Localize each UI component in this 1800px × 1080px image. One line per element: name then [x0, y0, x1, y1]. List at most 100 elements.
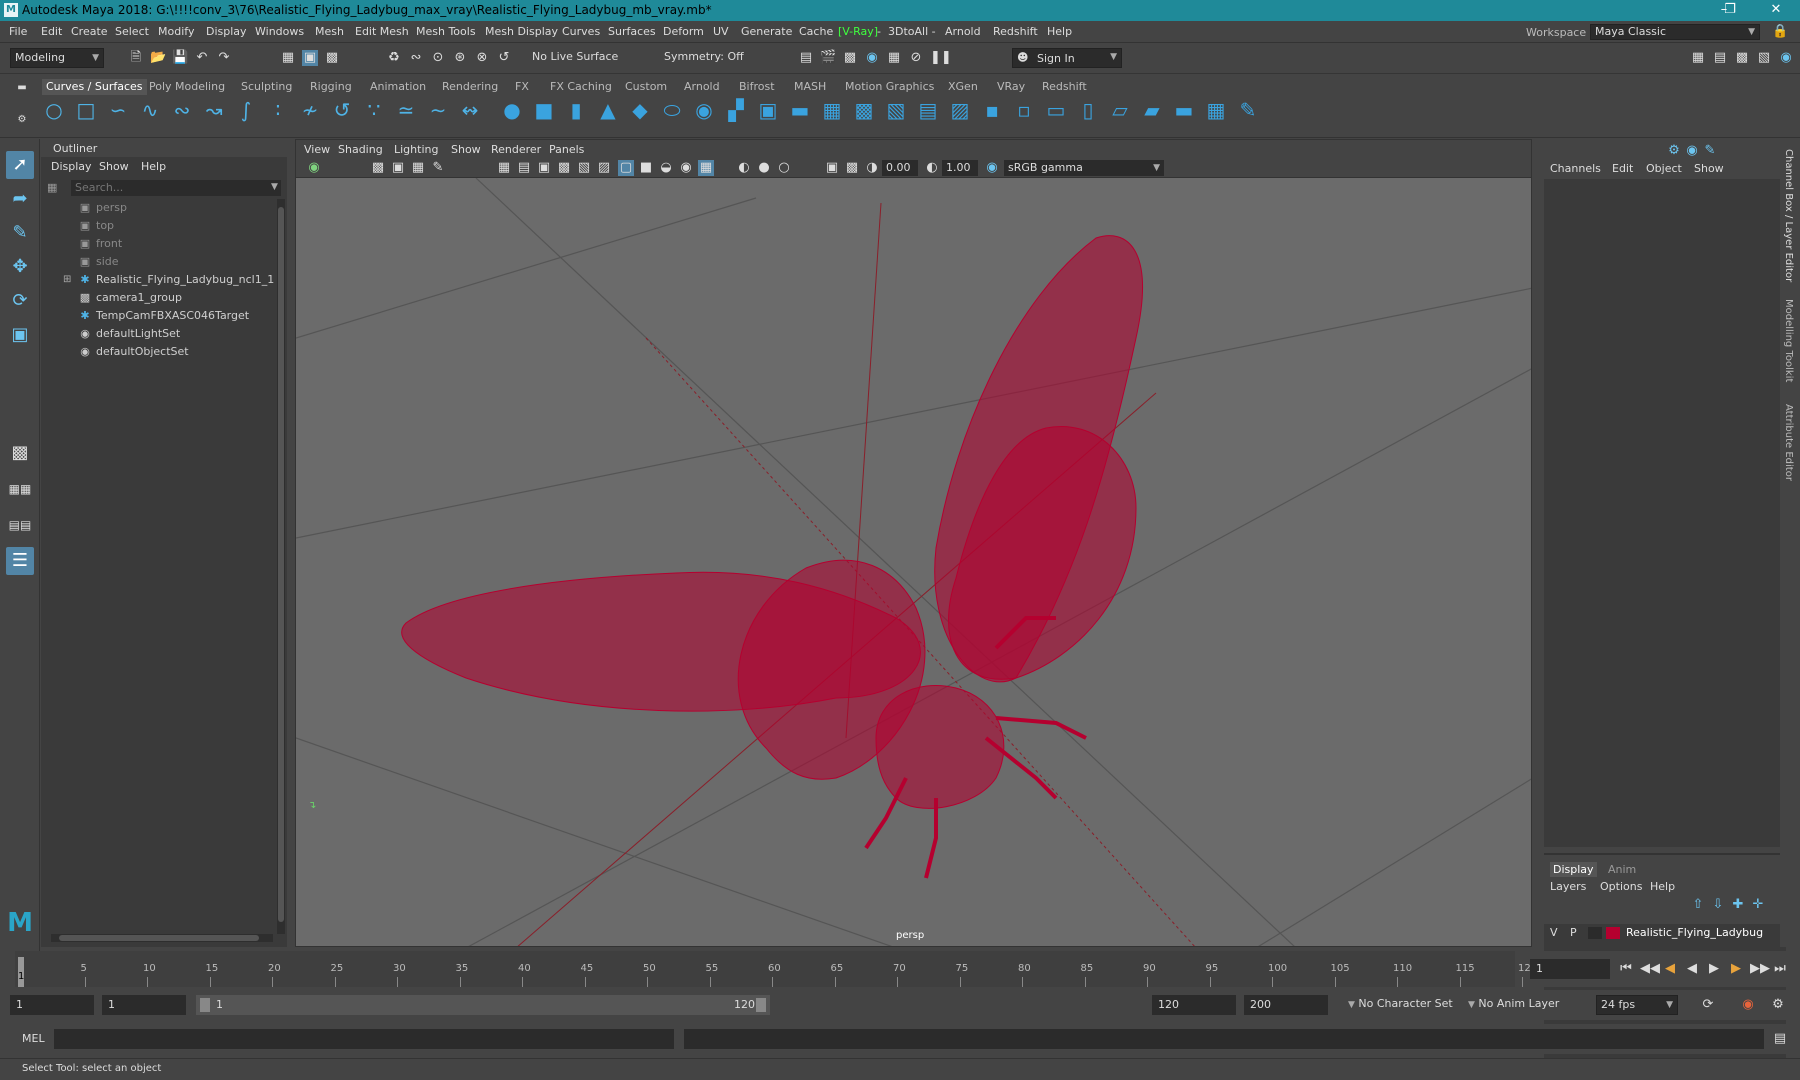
two-view-icon[interactable]: ▤▤	[6, 511, 34, 539]
layer-tab-display[interactable]: Display	[1550, 862, 1597, 877]
camera-select-icon[interactable]: ◉	[306, 160, 322, 176]
search-options-icon[interactable]: ▦	[47, 181, 57, 194]
select-hierarchy-icon[interactable]: ▦	[280, 50, 296, 66]
viewport-menu-renderer[interactable]: Renderer	[491, 143, 541, 156]
loft-icon[interactable]: ▞	[724, 98, 748, 122]
safe-action-icon[interactable]: ▨	[596, 160, 612, 176]
next-key-icon[interactable]: ▶	[1728, 961, 1744, 977]
channel-box-icon[interactable]: ▧	[1756, 50, 1772, 66]
menu-generate[interactable]: Generate	[741, 25, 792, 38]
field-chart-icon[interactable]: ▧	[576, 160, 592, 176]
select-tool-icon[interactable]: ➚	[6, 151, 34, 179]
rebuild-surface-icon[interactable]: ▰	[1140, 98, 1164, 122]
insert-knot-icon[interactable]: ↺	[330, 98, 354, 122]
scroll-thumb[interactable]	[59, 935, 259, 941]
menu-vray[interactable]: [V-Ray]	[838, 25, 878, 38]
new-layer-selected-icon[interactable]: ✛	[1750, 897, 1766, 913]
birail-icon[interactable]: ▦	[820, 98, 844, 122]
animation-prefs-icon[interactable]: ⚙	[1770, 997, 1786, 1013]
rebuild-curve-icon[interactable]: ∼	[426, 98, 450, 122]
outliner-hscrollbar[interactable]	[51, 934, 273, 942]
attach-surfaces-icon[interactable]: ▪	[980, 98, 1004, 122]
attribute-editor-icon[interactable]: ▤	[1712, 50, 1728, 66]
go-to-end-icon[interactable]: ⏭	[1772, 961, 1788, 977]
layer-playback-toggle[interactable]: P	[1570, 926, 1577, 939]
menu-3dtoall[interactable]: 3DtoAll -	[888, 25, 936, 38]
menu-cache[interactable]: Cache	[799, 25, 833, 38]
gear-icon[interactable]: ⚙	[14, 112, 30, 128]
2d-pan-icon[interactable]: ▦	[410, 160, 426, 176]
render-stop-icon[interactable]: ⊘	[908, 50, 924, 66]
script-editor-icon[interactable]: ▤	[1772, 1031, 1788, 1047]
snap-together-icon[interactable]: ↺	[496, 50, 512, 66]
menu-mesh-tools[interactable]: Mesh Tools	[416, 25, 476, 38]
shelf-tab-fx[interactable]: FX	[515, 79, 529, 95]
pencil-curve-icon[interactable]: ↝	[202, 98, 226, 122]
detach-surfaces-icon[interactable]: ▫	[1012, 98, 1036, 122]
layer-display-type-toggle[interactable]	[1588, 927, 1602, 939]
snap-curve-icon[interactable]: ∾	[408, 50, 424, 66]
channel-menu-channels[interactable]: Channels	[1550, 162, 1601, 175]
menu-deform[interactable]: Deform	[663, 25, 704, 38]
xray-joints-icon[interactable]: ▩	[844, 160, 860, 176]
shelf-tab-motion-graphics[interactable]: Motion Graphics	[845, 79, 934, 95]
menu-create[interactable]: Create	[71, 25, 108, 38]
viewport-menu-lighting[interactable]: Lighting	[394, 143, 438, 156]
current-frame-field[interactable]: 1	[1530, 959, 1610, 979]
ambient-occlusion-icon[interactable]: ●	[756, 160, 772, 176]
channel-box-pin-icon[interactable]: ✎	[1702, 143, 1718, 159]
mode-select[interactable]: Modeling ▼	[10, 48, 104, 68]
viewport-menu-panels[interactable]: Panels	[549, 143, 584, 156]
smooth-shade-icon[interactable]: ■	[638, 160, 654, 176]
exposure-icon[interactable]: ◑	[864, 160, 880, 176]
color-space-select[interactable]: sRGB gamma ▼	[1004, 160, 1164, 176]
snap-grid-icon[interactable]: ♻	[386, 50, 402, 66]
paint-select-icon[interactable]: ✎	[6, 219, 34, 247]
trim-tool-icon[interactable]: ▤	[916, 98, 940, 122]
timeline-track[interactable]	[15, 951, 1515, 987]
live-surface-field[interactable]: No Live Surface	[528, 48, 620, 68]
channel-box-settings-icon[interactable]: ◉	[1684, 143, 1700, 159]
redo-icon[interactable]: ↷	[216, 50, 232, 66]
menu-select[interactable]: Select	[115, 25, 149, 38]
outliner-menu-help[interactable]: Help	[141, 160, 166, 173]
revolve-icon[interactable]: ◉	[692, 98, 716, 122]
character-set-select[interactable]: ▼ No Character Set	[1344, 995, 1474, 1015]
viewport-scene[interactable]	[296, 178, 1532, 947]
textured-icon[interactable]: ◉	[678, 160, 694, 176]
play-back-icon[interactable]: ◀	[1684, 961, 1700, 977]
menu-uv[interactable]: UV	[713, 25, 729, 38]
playback-start-field[interactable]: 1	[102, 995, 186, 1015]
cv-curve-icon[interactable]: ∽	[106, 98, 130, 122]
shelf-tab-poly-modeling[interactable]: Poly Modeling	[149, 79, 225, 95]
shelf-tab-custom[interactable]: Custom	[625, 79, 667, 95]
range-end-handle[interactable]	[756, 998, 766, 1012]
menu-windows[interactable]: Windows	[255, 25, 304, 38]
range-slider[interactable]: 1 120	[196, 995, 770, 1015]
workspace-select[interactable]: Maya Classic ▼	[1590, 24, 1760, 40]
sculpt-geometry-icon[interactable]: ▬	[1172, 98, 1196, 122]
go-to-start-icon[interactable]: ⏮	[1618, 961, 1634, 977]
rotate-tool-icon[interactable]: ⟳	[6, 287, 34, 315]
layer-tab-anim[interactable]: Anim	[1608, 863, 1636, 876]
menu-file[interactable]: File	[9, 25, 27, 38]
move-layer-down-icon[interactable]: ⇩	[1710, 897, 1726, 913]
wireframe-icon[interactable]: ▢	[618, 160, 634, 176]
extrude-icon[interactable]: ▬	[788, 98, 812, 122]
viewport-panel[interactable]: View Shading Lighting Show Renderer Pane…	[295, 139, 1532, 947]
ipr-render-icon[interactable]: ▩	[842, 50, 858, 66]
render-frame-icon[interactable]: 🎬	[820, 50, 836, 66]
grid-icon[interactable]: ▦	[496, 160, 512, 176]
close-icon[interactable]: ✕	[1766, 2, 1786, 18]
ep-curve-icon[interactable]: ∿	[138, 98, 162, 122]
playback-end-field[interactable]: 120	[1152, 995, 1236, 1015]
outliner-search-input[interactable]	[71, 180, 281, 196]
symmetry-select[interactable]: Symmetry: Off	[660, 48, 752, 68]
menu-curves[interactable]: Curves	[562, 25, 600, 38]
render-settings-icon[interactable]: ◉	[864, 50, 880, 66]
sign-in-button[interactable]: ☻ Sign In ▼	[1012, 48, 1122, 68]
select-component-icon[interactable]: ▩	[324, 50, 340, 66]
time-slider[interactable]: 1 5 10 15 20 25 30 35 40 45 50 55 60 65 70 75 80 85 90 95 1…	[0, 951, 1800, 987]
shelf-tab-rigging[interactable]: Rigging	[310, 79, 352, 95]
shelf-tab-mash[interactable]: MASH	[794, 79, 826, 95]
